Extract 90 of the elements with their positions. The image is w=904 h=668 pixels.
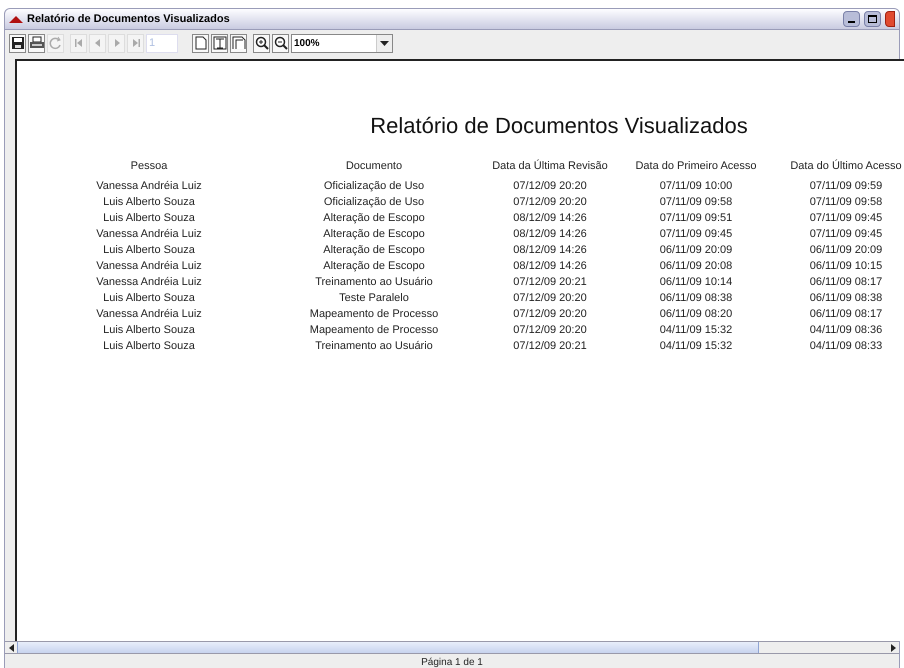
table-cell-text: Luis Alberto Souza — [102, 195, 196, 210]
window-title: Relatório de Documentos Visualizados — [27, 12, 230, 27]
table-cell-text: 04/11/09 08:36 — [808, 323, 884, 338]
table-cell-text: Oficialização de Uso — [322, 179, 426, 194]
table-cell-text: 06/11/09 08:20 — [658, 307, 734, 322]
table-cell-text: 06/11/09 08:17 — [808, 307, 884, 322]
printer-button[interactable] — [28, 34, 45, 52]
app-logo-icon — [9, 15, 23, 23]
table-cell-text: 07/12/09 20:21 — [512, 339, 588, 354]
table-cell-text: 04/11/09 08:33 — [808, 339, 884, 354]
table-cell-text: 08/12/09 14:26 — [512, 227, 588, 242]
report-title: Relatório de Documentos Visualizados — [369, 112, 749, 140]
table-cell-text: Alteração de Escopo — [322, 259, 426, 274]
table-cell-text: 04/11/09 15:32 — [658, 339, 734, 354]
table-cell-text: Vanessa Andréia Luiz — [95, 179, 203, 194]
table-cell-text: 08/12/09 14:26 — [512, 211, 588, 226]
table-cell-text: 06/11/09 20:08 — [658, 259, 734, 274]
table-cell-text: 07/11/09 09:45 — [808, 211, 884, 226]
table-cell-text: Treinamento ao Usuário — [314, 275, 434, 290]
column-header: Data do Último Acesso — [789, 158, 903, 174]
table-cell-text: 06/11/09 20:09 — [808, 243, 884, 258]
page-corner-button[interactable] — [230, 34, 247, 52]
table-cell-text: 06/11/09 08:17 — [808, 275, 884, 290]
dropdown-caret-icon — [376, 34, 392, 52]
table-cell-text: Oficialização de Uso — [322, 195, 426, 210]
table-cell-text: Vanessa Andréia Luiz — [95, 307, 203, 322]
printer-icon — [28, 36, 44, 50]
zoom-out-button[interactable] — [272, 34, 289, 52]
table-cell-text: 07/11/09 09:51 — [658, 211, 734, 226]
column-header: Data do Primeiro Acesso — [634, 159, 758, 174]
zoom-in-icon — [254, 36, 268, 50]
table-cell-text: 07/12/09 20:20 — [512, 323, 588, 338]
page-button[interactable] — [192, 34, 209, 52]
table-cell-text: Vanessa Andréia Luiz — [95, 227, 203, 242]
table-cell-text: Vanessa Andréia Luiz — [95, 275, 203, 290]
minimize-button[interactable] — [843, 11, 860, 27]
table-cell-text: Luis Alberto Souza — [102, 323, 196, 338]
table-cell-text: 07/12/09 20:21 — [512, 275, 588, 290]
table-cell-text: Vanessa Andréia Luiz — [95, 259, 203, 274]
table-cell-text: 07/11/09 09:45 — [658, 227, 734, 242]
table-cell-text: 08/12/09 14:26 — [512, 243, 588, 258]
close-button[interactable] — [885, 11, 895, 27]
previous-icon — [92, 38, 102, 48]
table-cell-text: Luis Alberto Souza — [102, 211, 196, 226]
horizontal-scrollbar[interactable] — [5, 641, 899, 654]
status-text: Página 1 de 1 — [421, 657, 483, 668]
table-cell-text: Mapeamento de Processo — [308, 323, 440, 338]
table-cell-text: 04/11/09 15:32 — [658, 323, 734, 338]
table-cell-text: 07/11/09 09:58 — [808, 195, 884, 210]
page-width-button[interactable] — [211, 34, 228, 52]
table-cell-text: 06/11/09 08:38 — [658, 291, 734, 306]
table-cell-text: 07/12/09 20:20 — [512, 195, 588, 210]
scrollbar-thumb[interactable] — [17, 642, 759, 653]
zoom-in-button[interactable] — [253, 34, 270, 52]
table-cell-text: Luis Alberto Souza — [102, 291, 196, 306]
table-cell-text: 07/11/09 09:58 — [658, 195, 734, 210]
table-cell-text: Teste Paralelo — [338, 291, 410, 306]
table-cell-text: Alteração de Escopo — [322, 211, 426, 226]
table-cell-text: Luis Alberto Souza — [102, 339, 196, 354]
table-cell-text: Treinamento ao Usuário — [314, 339, 434, 354]
table-cell-text: 07/11/09 10:00 — [658, 179, 734, 194]
table-cell-text: Mapeamento de Processo — [308, 307, 440, 322]
table-cell-text: 06/11/09 10:15 — [808, 259, 884, 274]
table-cell-text: 06/11/09 10:14 — [658, 275, 734, 290]
last-page-icon — [130, 38, 140, 48]
table-cell-text: Alteração de Escopo — [322, 243, 426, 258]
zoom-value: 100% — [293, 36, 321, 50]
column-header: Pessoa — [130, 159, 168, 174]
page-icon — [194, 36, 206, 50]
table-cell-text: 07/12/09 20:20 — [512, 307, 588, 322]
table-cell-text: 07/12/09 20:20 — [512, 179, 588, 194]
column-header: Documento — [344, 159, 404, 174]
column-header: Data da Última Revisão — [491, 158, 609, 174]
first-page-icon — [74, 38, 84, 48]
zoom-combo[interactable]: 100% — [291, 34, 393, 52]
save-icon — [10, 36, 24, 50]
zoom-out-icon — [274, 36, 288, 50]
table-cell-text: 07/12/09 20:20 — [512, 291, 588, 306]
table-cell-text: 06/11/09 08:38 — [808, 291, 884, 306]
table-cell-text: 06/11/09 20:09 — [658, 243, 734, 258]
page-width-icon — [212, 36, 226, 50]
table-cell-text: 07/11/09 09:59 — [808, 179, 884, 194]
table-cell-text: Alteração de Escopo — [322, 227, 426, 242]
table-cell-text: 07/11/09 09:45 — [808, 227, 884, 242]
maximize-button[interactable] — [864, 11, 881, 27]
page-corner-icon — [232, 36, 246, 50]
table-cell-text: 08/12/09 14:26 — [512, 259, 588, 274]
refresh-icon — [48, 36, 62, 50]
save-button[interactable] — [9, 34, 26, 52]
table-cell-text: Luis Alberto Souza — [102, 243, 196, 258]
